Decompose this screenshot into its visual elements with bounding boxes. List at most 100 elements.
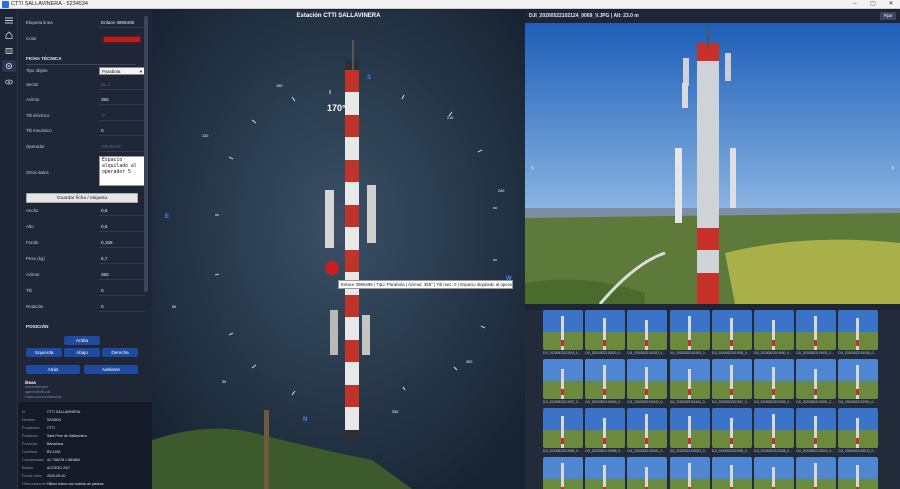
tower-3d-viewer[interactable]: Estación CTTI SALLAVINERA 170° S E N W 1… <box>152 10 525 489</box>
photo-main[interactable]: ‹ › <box>525 23 900 304</box>
azimuth-input[interactable]: 355 <box>99 95 145 105</box>
other-textarea[interactable]: Espacio alquilado al operador 5 <box>99 156 145 186</box>
sector-value: EL 1 <box>101 82 111 87</box>
right-button[interactable]: Derecha <box>102 348 138 357</box>
selected-dish-marker <box>325 261 339 275</box>
tick-label: 240 <box>498 189 505 193</box>
depth-label: Fondo <box>26 240 39 245</box>
thumbnail[interactable]: DJI_20200522102019_0... <box>627 457 668 489</box>
thumbnail[interactable]: DJI_20200522101940_0... <box>585 359 626 406</box>
thumbnail[interactable]: DJI_20200522101949_0... <box>754 359 794 406</box>
thumbnail[interactable]: DJI_20200522102001_0... <box>627 408 668 455</box>
thumbnail[interactable]: DJI_20200522102012_0... <box>838 408 879 455</box>
width-input[interactable]: 0,8 <box>99 206 145 216</box>
rotation-value: 0 <box>101 304 104 309</box>
label-label: Etiqueta linea <box>26 20 53 25</box>
next-photo-icon[interactable]: › <box>891 163 894 172</box>
menu-icon[interactable] <box>2 14 16 26</box>
down-button[interactable]: Abajo <box>64 348 100 357</box>
thumbnail-image <box>838 310 879 350</box>
thumbnail[interactable]: DJI_20200522101956_0... <box>543 408 583 455</box>
back-button[interactable]: Atrás <box>26 365 80 374</box>
panel-scrollbar[interactable] <box>144 16 148 292</box>
label-row: Etiqueta linea Enlace 3996495 <box>25 18 149 30</box>
tick-label: 330 <box>392 410 399 414</box>
tick-label: 60 <box>172 305 177 309</box>
thumbnail[interactable]: DJI_20200522101923_0... <box>627 310 668 357</box>
thumbnail-image <box>711 310 752 350</box>
thumbnail-image <box>711 408 752 448</box>
thumbnail[interactable]: DJI_20200522102015_0... <box>543 457 583 489</box>
thumbnail[interactable]: DJI_20200522101925_0... <box>669 310 710 357</box>
pin-button[interactable]: Fijar <box>880 12 896 20</box>
thumbnail[interactable]: DJI_20200522101951_0... <box>796 359 837 406</box>
width-row: Ancho 0,8 <box>25 206 149 218</box>
home-icon[interactable] <box>2 29 16 41</box>
tilt-mech-input[interactable]: 0 <box>99 126 145 136</box>
operator-input[interactable]: ORANGE <box>99 142 145 152</box>
tick-label: 30 <box>222 380 227 384</box>
tilt-label: Tilt <box>26 288 32 293</box>
height-input[interactable]: 0,8 <box>99 222 145 232</box>
sector-input[interactable]: EL 1 <box>99 80 145 90</box>
close-button[interactable]: ✕ <box>882 0 900 9</box>
thumbnail[interactable]: DJI_20200522101932_0... <box>796 310 837 357</box>
thumbnail[interactable]: DJI_20200522102024_0... <box>711 457 752 489</box>
type-select[interactable]: Parabola ▾ <box>99 67 145 75</box>
thumbnail[interactable]: DJI_20200522101928_0... <box>711 310 752 357</box>
thumbnail[interactable]: DJI_20200522102003_0... <box>669 408 710 455</box>
prev-photo-icon[interactable]: ‹ <box>531 163 534 172</box>
rotation-input[interactable]: 0 <box>99 302 145 312</box>
thumbnail-image <box>796 457 837 489</box>
eye-icon[interactable] <box>2 76 16 88</box>
thumbnail[interactable]: DJI_20200522102031_0... <box>838 457 879 489</box>
thumbnail[interactable]: DJI_20200522102005_0... <box>711 408 752 455</box>
thumbnail[interactable]: DJI_20200522101918_0... <box>543 310 583 357</box>
weight-label: Peso (kg) <box>26 256 45 261</box>
window-title: CTTI SALLAVINERA - 5234534 <box>11 1 88 7</box>
tilt-mech-value: 0 <box>101 128 104 133</box>
label-input[interactable]: Enlace 3996495 <box>99 18 145 28</box>
compass-south: S <box>367 75 372 81</box>
thumbnail[interactable]: DJI_20200522101930_0... <box>754 310 794 357</box>
height-row: Alto 0,8 <box>25 222 149 234</box>
thumbnail-image <box>838 359 879 399</box>
up-button[interactable]: Arriba <box>64 336 100 345</box>
thumbnail-image <box>669 310 710 350</box>
forward-button[interactable]: Adelante <box>84 365 138 374</box>
thumbnail[interactable]: DJI_20200522102026_0... <box>754 457 794 489</box>
thumbnail[interactable]: DJI_20200522102017_0... <box>585 457 626 489</box>
tilt-row: Tilt 0 <box>25 286 149 298</box>
color-swatch[interactable] <box>103 36 141 43</box>
thumbnail[interactable]: DJI_20200522101958_0... <box>585 408 626 455</box>
thumbnail[interactable]: DJI_20200522102010_0... <box>796 408 837 455</box>
thumbnail[interactable]: DJI_20200522101942_0... <box>627 359 668 406</box>
user-link[interactable]: Datos personalizados <box>25 395 62 400</box>
left-button[interactable]: Izquierda <box>26 348 62 357</box>
weight-input[interactable]: 6,7 <box>99 254 145 264</box>
thumbnail[interactable]: DJI_20200522101920_0... <box>585 310 626 357</box>
map-icon[interactable] <box>2 45 16 57</box>
thumbnail[interactable]: DJI_20200522102022_0... <box>669 457 710 489</box>
thumbnail-image <box>585 359 626 399</box>
thumbnail[interactable]: DJI_20200522101954_0... <box>838 359 879 406</box>
azimuth2-input[interactable]: 355 <box>99 270 145 280</box>
thumbnail[interactable]: DJI_20200522101935_0... <box>838 310 879 357</box>
depth-input[interactable]: 0,155 <box>99 238 145 248</box>
thumbnail[interactable]: DJI_20200522101947_0... <box>711 359 752 406</box>
thumbnail[interactable]: DJI_20200522102008_0... <box>754 408 794 455</box>
minimize-button[interactable]: – <box>846 0 864 9</box>
save-button[interactable]: Guardar ficha / etiqueta <box>26 193 138 203</box>
thumbnail[interactable]: DJI_20200522101937_0... <box>543 359 583 406</box>
width-value: 0,8 <box>101 208 108 213</box>
thumbnail[interactable]: DJI_20200522102029_0... <box>796 457 837 489</box>
depth-value: 0,155 <box>101 240 113 245</box>
thumbnail[interactable]: DJI_20200522101944_0... <box>669 359 710 406</box>
operator-value: ORANGE <box>101 144 121 149</box>
thumbnail-image <box>543 359 583 399</box>
maximize-button[interactable]: ▢ <box>864 0 882 9</box>
info-row: Carretera BV-1031 <box>22 450 61 454</box>
tilt-elec-input[interactable]: -2 <box>99 111 145 121</box>
tilt-input[interactable]: 0 <box>99 286 145 296</box>
antenna-icon[interactable] <box>2 60 16 72</box>
